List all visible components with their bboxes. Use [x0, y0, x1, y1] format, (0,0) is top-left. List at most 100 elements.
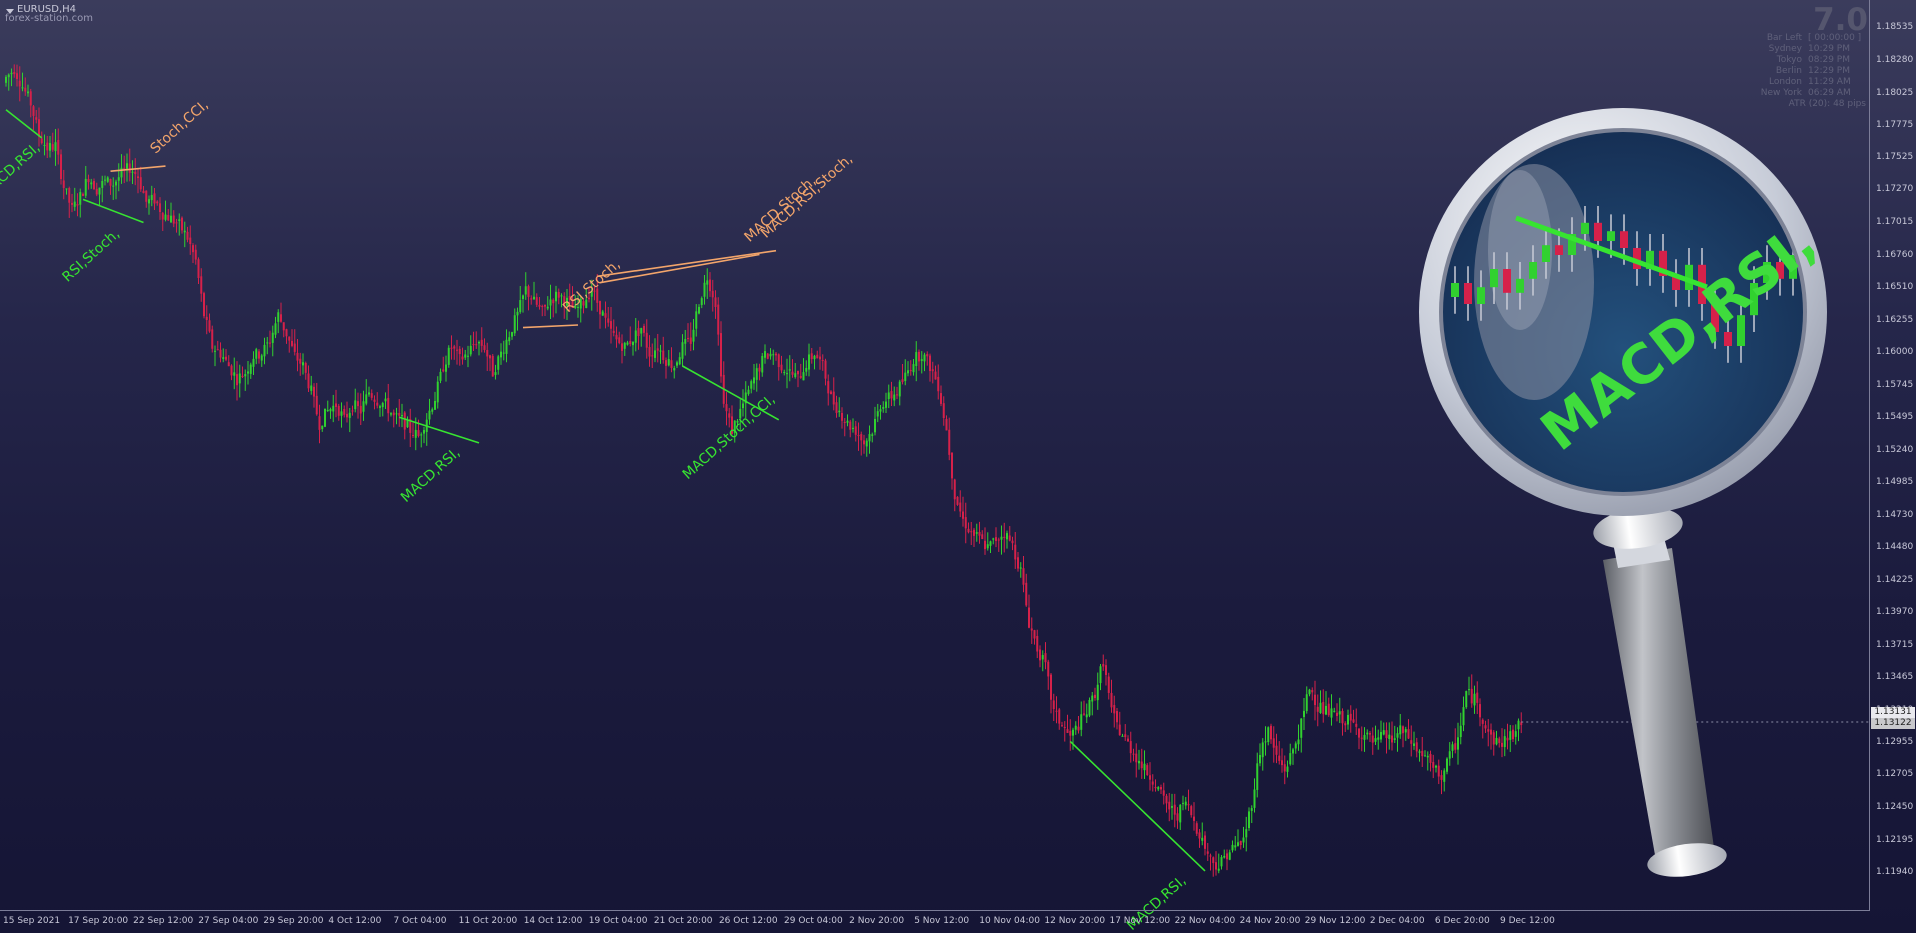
candle-body — [1184, 801, 1187, 806]
candle-body — [989, 541, 992, 546]
time-tick-label: 17 Nov 12:00 — [1109, 916, 1171, 926]
candle-body — [313, 386, 315, 397]
candle-body — [1149, 775, 1151, 780]
time-tick-label: 14 Oct 12:00 — [523, 916, 583, 926]
candle-body — [62, 180, 65, 188]
candle-body — [1278, 755, 1281, 761]
candle-body — [170, 215, 172, 223]
candle-body — [164, 214, 167, 220]
candle-body — [467, 355, 469, 357]
candle-body — [340, 411, 343, 416]
candle-body — [538, 304, 541, 307]
price-tick-label: 1.12705 — [1876, 769, 1914, 780]
candle-body — [508, 337, 511, 342]
candle-body — [549, 299, 552, 306]
candle-body — [750, 381, 753, 389]
candle-body — [1465, 691, 1468, 708]
candle-body — [1030, 628, 1033, 631]
candle-body — [1063, 726, 1066, 728]
time-tick-label: 11 Oct 20:00 — [458, 916, 518, 926]
candle-body — [654, 350, 656, 358]
candle-body — [1195, 823, 1198, 834]
candle-body — [978, 531, 981, 536]
info-label: Bar Left — [1766, 33, 1802, 43]
candle-body — [764, 351, 766, 358]
candle-body — [882, 407, 885, 409]
candle-body — [390, 413, 392, 415]
price-tick-label: 1.13970 — [1876, 607, 1914, 618]
bullish-divergence-label: MACD,Stoch,CCI, — [680, 392, 779, 483]
candle-body — [95, 188, 98, 195]
candle-body — [106, 177, 109, 182]
candle-body — [1041, 655, 1044, 660]
atr-readout: ATR (20): 48 pips — [1788, 99, 1866, 109]
candle-body — [909, 370, 912, 372]
bullish-divergence-label: MACD,RSI, — [398, 445, 463, 506]
candle-body — [973, 529, 975, 536]
candle-body — [370, 393, 373, 398]
candle-body — [904, 372, 907, 382]
price-tick-label: 1.14730 — [1876, 509, 1914, 520]
candle-body — [1080, 714, 1083, 730]
candle-body — [777, 354, 780, 368]
candle-body — [868, 434, 871, 442]
candle-body — [337, 405, 340, 416]
candle-body — [1415, 742, 1418, 752]
candle-body — [1077, 726, 1080, 731]
candle-body — [967, 528, 970, 533]
candle-body — [1283, 764, 1286, 772]
candle-body — [714, 297, 717, 307]
candle-body — [681, 342, 684, 359]
candle-body — [500, 351, 502, 358]
candle-body — [997, 539, 1000, 541]
magnified-candle-body — [1594, 222, 1602, 241]
candle-body — [942, 403, 945, 418]
candle-body — [975, 532, 978, 534]
time-tick-label: 6 Dec 20:00 — [1434, 916, 1490, 926]
candle-body — [131, 171, 134, 173]
candle-body — [711, 290, 714, 298]
time-tick-label: 22 Sep 12:00 — [133, 916, 194, 926]
candle-body — [472, 344, 475, 346]
candle-body — [123, 167, 126, 170]
candle-body — [684, 339, 687, 344]
candle-body — [1509, 731, 1512, 740]
candle-body — [159, 203, 161, 213]
candle-body — [1490, 729, 1492, 735]
candle-body — [544, 304, 546, 307]
candle-body — [1468, 689, 1470, 691]
candle-body — [161, 212, 164, 220]
candle-body — [222, 357, 225, 359]
candle-body — [1088, 699, 1091, 716]
candle-body — [302, 362, 304, 366]
candle-body — [5, 76, 7, 83]
candle-body — [351, 410, 354, 412]
candle-body — [480, 339, 483, 346]
candle-body — [1333, 710, 1336, 712]
candle-body — [956, 496, 959, 505]
candle-body — [827, 381, 830, 394]
candle-body — [1085, 714, 1088, 718]
candle-body — [1228, 852, 1231, 860]
candle-body — [126, 163, 128, 169]
magnified-candle-body — [1464, 283, 1472, 304]
candle-body — [263, 344, 266, 357]
bearish-divergence-label: MACD,Stoch, — [741, 173, 819, 245]
candle-body — [304, 363, 307, 373]
candle-body — [1358, 728, 1360, 738]
candle-body — [519, 300, 522, 312]
candle-body — [1245, 829, 1248, 838]
candle-body — [60, 154, 62, 180]
time-tick-label: 7 Oct 04:00 — [393, 916, 447, 926]
candle-body — [1481, 719, 1484, 724]
candle-body — [1294, 743, 1297, 749]
candle-body — [456, 349, 458, 351]
candle-body — [445, 364, 447, 372]
candle-body — [610, 321, 612, 329]
candle-body — [384, 398, 387, 402]
candle-body — [236, 374, 238, 386]
candle-body — [27, 91, 29, 94]
candle-body — [439, 371, 442, 381]
candle-body — [1151, 781, 1154, 785]
candle-body — [82, 193, 84, 196]
